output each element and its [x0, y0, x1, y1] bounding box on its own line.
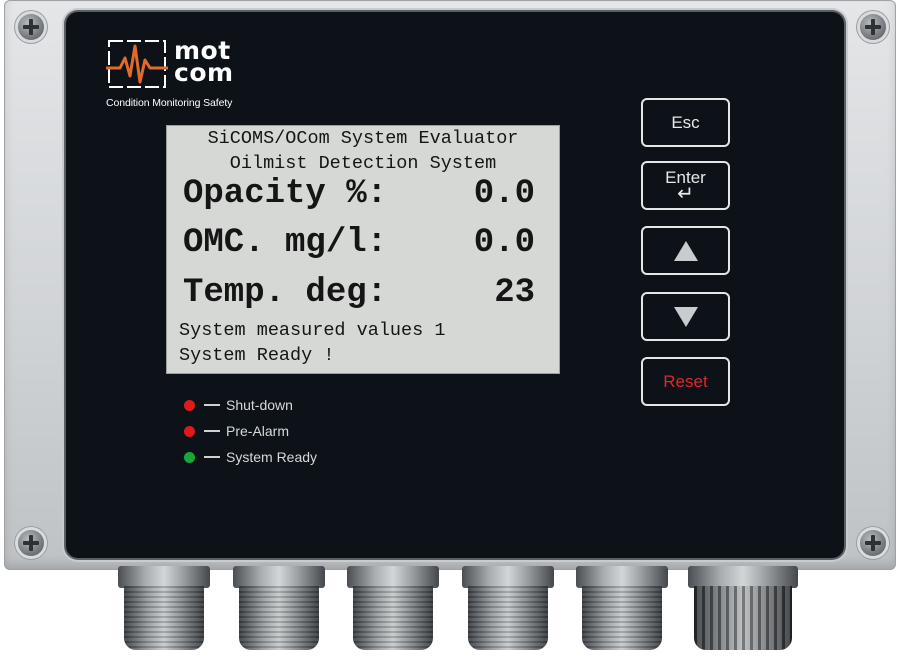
led-connector-line	[204, 404, 220, 406]
heartbeat-logo-icon	[106, 40, 168, 88]
brand-wordmark: mot com	[174, 38, 234, 87]
lcd-title-line: SiCOMS/OCom System Evaluator	[207, 128, 519, 149]
shutdown-indicator: Shut-down	[184, 397, 293, 413]
screw-icon	[18, 530, 44, 556]
lcd-display: SiCOMS/OCom System Evaluator Oilmist Det…	[166, 125, 560, 374]
opacity-reading: Opacity %: 0.0	[183, 175, 535, 213]
temperature-reading: Temp. deg: 23	[183, 274, 535, 312]
pre-alarm-label: Pre-Alarm	[226, 423, 290, 439]
device-enclosure: mot com Condition Monitoring Safety SiCO…	[4, 0, 896, 570]
screw-icon	[860, 14, 886, 40]
esc-button-label: Esc	[671, 112, 700, 132]
brand-tagline: Condition Monitoring Safety	[106, 97, 233, 109]
pre-alarm-indicator: Pre-Alarm	[184, 423, 289, 439]
shutdown-label: Shut-down	[226, 397, 293, 413]
temperature-label: Temp. deg:	[183, 274, 388, 312]
omc-label: OMC. mg/l:	[183, 224, 388, 262]
temperature-value: 23	[494, 274, 535, 312]
red-led-icon	[184, 425, 195, 437]
omc-value: 0.0	[473, 224, 535, 262]
reset-button[interactable]: Reset	[641, 357, 730, 406]
enter-return-icon: ↵	[677, 183, 694, 205]
cable-gland	[462, 566, 554, 654]
led-connector-line	[204, 456, 220, 458]
red-led-icon	[184, 399, 195, 411]
up-button[interactable]	[641, 226, 730, 275]
arrow-up-icon	[673, 240, 698, 261]
opacity-label: Opacity %:	[183, 175, 388, 213]
green-led-icon	[184, 451, 195, 463]
led-connector-line	[204, 430, 220, 432]
opacity-value: 0.0	[473, 175, 535, 213]
enter-button[interactable]: Enter ↵	[641, 161, 730, 210]
screw-icon	[18, 14, 44, 40]
cable-gland	[576, 566, 668, 654]
cable-gland-large	[688, 566, 798, 654]
lcd-subtitle-line: Oilmist Detection System	[229, 153, 497, 174]
esc-button[interactable]: Esc	[641, 98, 730, 147]
cable-gland	[347, 566, 439, 654]
lcd-status-line-1: System measured values 1	[179, 320, 446, 341]
cable-gland	[233, 566, 325, 654]
system-ready-indicator: System Ready	[184, 449, 317, 465]
brand-line-2: com	[174, 58, 234, 87]
cable-gland	[118, 566, 210, 654]
system-ready-label: System Ready	[226, 449, 318, 465]
reset-button-label: Reset	[663, 371, 708, 391]
front-panel: mot com Condition Monitoring Safety SiCO…	[66, 12, 844, 558]
lcd-status-line-2: System Ready !	[179, 345, 335, 366]
down-button[interactable]	[641, 292, 730, 341]
arrow-down-icon	[673, 306, 698, 327]
screw-icon	[860, 530, 886, 556]
omc-reading: OMC. mg/l: 0.0	[183, 224, 535, 262]
